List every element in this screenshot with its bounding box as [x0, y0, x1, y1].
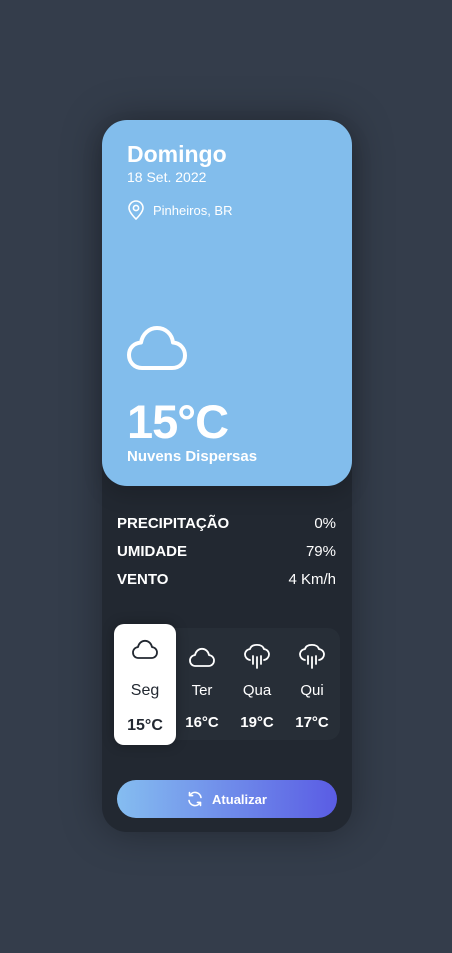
forecast-day-temp: 17°C [295, 714, 329, 731]
cloud-rain-icon [299, 644, 325, 669]
stat-label: VENTO [117, 571, 169, 588]
forecast-day-seg[interactable]: Seg 15°C [114, 624, 176, 745]
week-forecast: Seg 15°C Ter 16°C Qua 19°C Qui 17°C [114, 624, 340, 745]
forecast-day-temp: 15°C [127, 717, 163, 734]
stat-label: PRECIPITAÇÃO [117, 515, 230, 532]
forecast-day-qua[interactable]: Qua 19°C [229, 628, 285, 740]
stat-value: 79% [305, 543, 336, 560]
cloud-icon [132, 639, 158, 659]
stat-row-wind: VENTO 4 Km/h [117, 571, 336, 599]
weather-card: Domingo 18 Set. 2022 Pinheiros, BR 15°C … [102, 120, 352, 832]
stat-row-humidity: UMIDADE 79% [117, 543, 336, 571]
refresh-icon [188, 791, 202, 807]
cloud-icon [127, 326, 187, 370]
stat-row-precipitation: PRECIPITAÇÃO 0% [117, 515, 336, 543]
weather-description: Nuvens Dispersas [127, 448, 258, 465]
stat-value: 0% [314, 515, 336, 532]
update-button[interactable]: Atualizar [117, 780, 337, 818]
current-day-name: Domingo [127, 141, 227, 167]
forecast-day-qui[interactable]: Qui 17°C [284, 628, 340, 740]
forecast-day-temp: 19°C [240, 714, 274, 731]
forecast-day-label: Qui [300, 682, 324, 699]
location-label: Pinheiros, BR [153, 203, 233, 218]
stat-value: 4 Km/h [288, 571, 336, 588]
current-temperature: 15°C [127, 395, 229, 448]
forecast-day-label: Seg [130, 682, 160, 699]
current-date: 18 Set. 2022 [127, 169, 207, 185]
update-button-label: Atualizar [212, 791, 267, 807]
forecast-day-temp: 16°C [185, 714, 219, 731]
forecast-day-ter[interactable]: Ter 16°C [174, 628, 230, 740]
forecast-day-label: Ter [191, 682, 213, 699]
forecast-day-label: Qua [242, 682, 272, 699]
weather-hero: Domingo 18 Set. 2022 Pinheiros, BR 15°C … [102, 120, 352, 486]
cloud-icon [189, 647, 215, 667]
map-pin-icon [128, 200, 144, 220]
cloud-rain-icon [244, 644, 270, 669]
weather-stats: PRECIPITAÇÃO 0% UMIDADE 79% VENTO 4 Km/h [117, 515, 336, 599]
stat-label: UMIDADE [117, 543, 187, 560]
